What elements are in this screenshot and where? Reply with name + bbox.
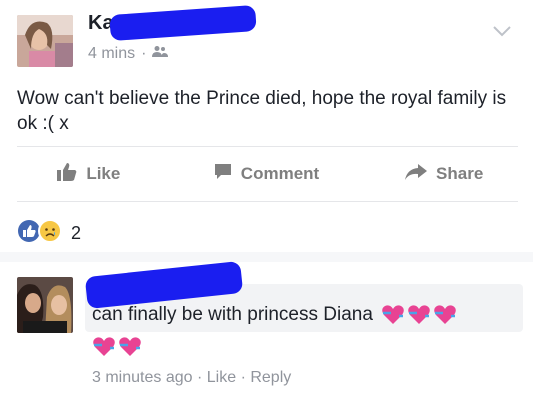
comment-label: Comment — [240, 164, 320, 183]
like-label: Like — [86, 164, 121, 183]
comment-meta: 3 minutes ago · Like · Reply — [92, 369, 291, 387]
friends-audience-icon[interactable] — [152, 45, 169, 63]
comment-reply-link[interactable]: Reply — [250, 369, 291, 386]
post-text: Wow can't believe the Prince died, hope … — [17, 88, 507, 134]
author-name-redaction — [109, 4, 257, 42]
post-actions-bar: Like Comment Share — [0, 155, 533, 193]
divider — [17, 201, 518, 202]
post-timestamp[interactable]: 4 mins — [88, 45, 135, 63]
comment-item: can finally be with princess Diana 3 min… — [0, 260, 533, 409]
comment-like-link[interactable]: Like — [207, 369, 236, 386]
comment-icon — [214, 163, 232, 185]
meta-separator: · — [196, 369, 203, 386]
comment-button[interactable]: Comment — [178, 155, 356, 193]
comment-text: can finally be with princess Diana — [92, 304, 373, 325]
like-button[interactable]: Like — [0, 155, 178, 193]
post-card: Ka 4 mins · Wow can't believe the Prince… — [0, 0, 533, 252]
sad-reaction-icon — [38, 219, 62, 248]
reaction-count: 2 — [71, 223, 82, 243]
chevron-down-icon[interactable] — [493, 24, 511, 37]
meta-separator: · — [240, 369, 246, 386]
share-button[interactable]: Share — [355, 155, 533, 193]
thumbs-up-icon — [57, 162, 77, 186]
post-meta: 4 mins · — [88, 45, 169, 63]
like-reaction-icon — [18, 220, 40, 247]
share-label: Share — [436, 164, 484, 183]
sparkling-heart-icon — [407, 304, 431, 326]
reactions-summary[interactable]: 2 — [18, 219, 81, 248]
comment-timestamp[interactable]: 3 minutes ago — [92, 369, 193, 386]
comment-body: can finally be with princess Diana — [92, 304, 457, 326]
share-icon — [405, 163, 428, 185]
sparkling-heart-icon — [381, 304, 405, 326]
sparkling-heart-icon — [433, 304, 457, 326]
comment-emoji-line — [92, 336, 142, 358]
divider — [17, 146, 518, 147]
meta-separator: · — [141, 45, 147, 62]
sparkling-heart-icon — [92, 336, 116, 358]
sparkling-heart-icon — [118, 336, 142, 358]
author-avatar[interactable] — [17, 15, 73, 67]
commenter-avatar[interactable] — [17, 277, 73, 333]
